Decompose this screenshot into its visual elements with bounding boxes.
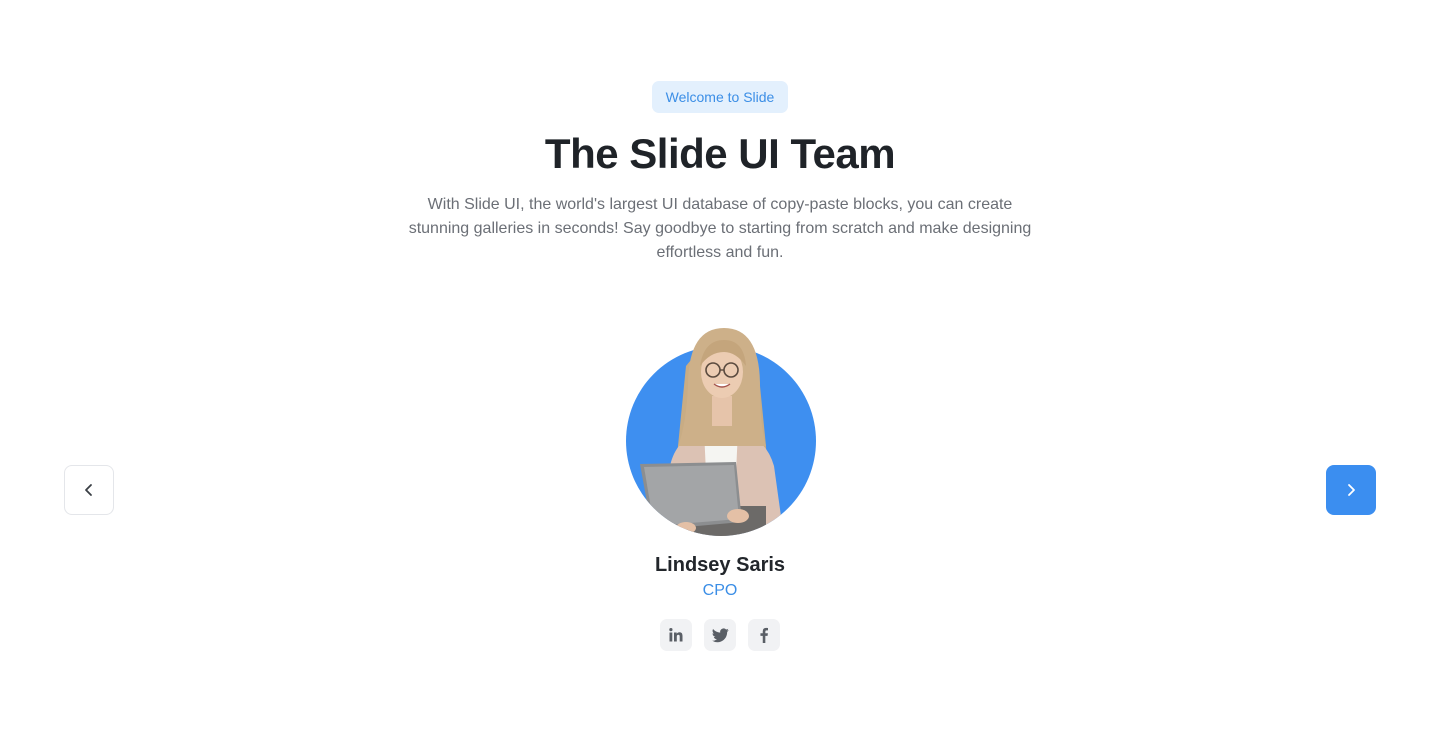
social-links [660, 619, 780, 651]
team-section: Welcome to Slide The Slide UI Team With … [0, 0, 1440, 731]
team-member-avatar [626, 326, 816, 538]
linkedin-icon [669, 628, 683, 642]
page-title: The Slide UI Team [544, 130, 896, 177]
welcome-badge: Welcome to Slide [652, 81, 788, 113]
team-member-role: CPO [702, 582, 738, 599]
team-member-name: Lindsey Saris [654, 554, 786, 576]
chevron-left-icon [85, 484, 92, 496]
facebook-icon [760, 627, 768, 643]
previous-button[interactable] [64, 465, 114, 515]
linkedin-link[interactable] [660, 619, 692, 651]
page-description: With Slide UI, the world's largest UI da… [408, 196, 1032, 261]
next-button[interactable] [1326, 465, 1376, 515]
twitter-icon [711, 628, 729, 642]
facebook-link[interactable] [748, 619, 780, 651]
chevron-right-icon [1348, 484, 1355, 496]
twitter-link[interactable] [704, 619, 736, 651]
